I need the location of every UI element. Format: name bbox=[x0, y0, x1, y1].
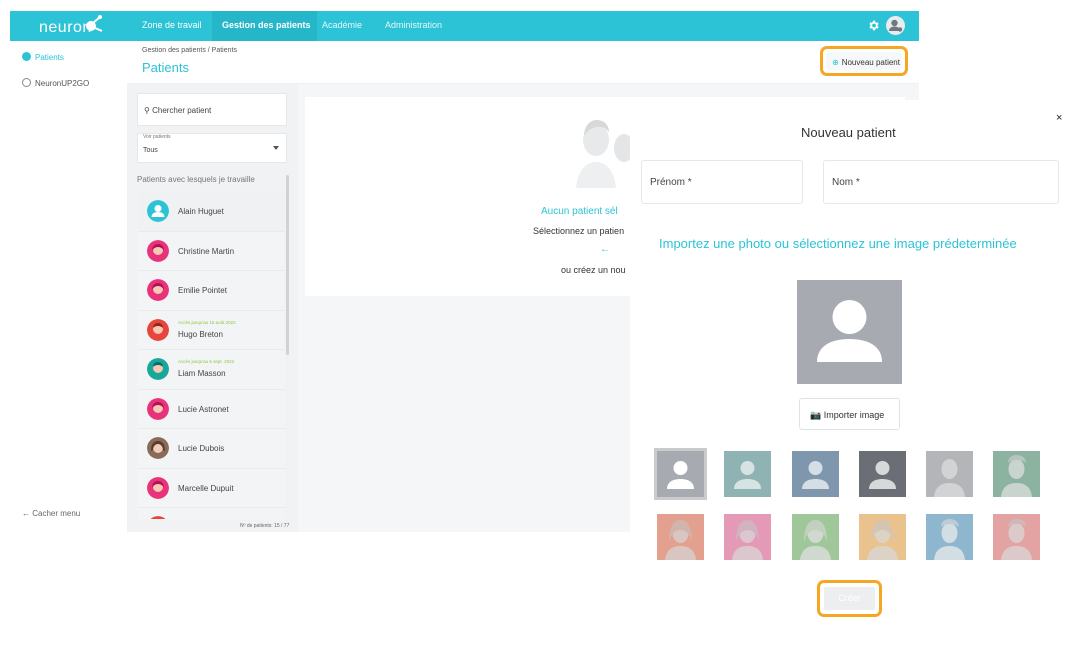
breadcrumb[interactable]: Gestion des patients / Patients bbox=[142, 47, 237, 54]
logo-text: neuron bbox=[39, 19, 92, 36]
user-avatar-icon[interactable] bbox=[886, 16, 905, 35]
patient-name: Liam Masson bbox=[178, 369, 226, 378]
avatar-option[interactable] bbox=[993, 451, 1040, 497]
avatar-option[interactable] bbox=[859, 451, 906, 497]
avatar bbox=[147, 437, 169, 459]
search-patient-input[interactable]: ⚲ Chercher patient bbox=[137, 93, 287, 126]
avatar-option[interactable] bbox=[926, 514, 973, 560]
avatar-option[interactable] bbox=[792, 451, 839, 497]
avatar-option[interactable] bbox=[657, 514, 704, 560]
sidebar-item-neuronup2go[interactable]: NeuronUP2GO bbox=[22, 78, 89, 88]
new-patient-button-highlight: ⊕ Nouveau patient bbox=[820, 46, 908, 76]
patient-name: Alain Huguet bbox=[178, 207, 224, 216]
patients-list[interactable]: Alain Huguet Christine Martin Emilie Poi… bbox=[138, 192, 285, 519]
empty-state-create-hint: ou créez un nou bbox=[561, 265, 626, 275]
add-circle-icon: ⊕ bbox=[832, 58, 839, 67]
page-title: Patients bbox=[142, 60, 189, 75]
filter-value: Tous bbox=[143, 147, 158, 154]
list-item[interactable]: Accès jusqu'au 6 sept. 2022 Liam Masson bbox=[138, 350, 285, 390]
list-item[interactable]: Marcelle Dupuit bbox=[138, 468, 285, 508]
nav-academie[interactable]: Académie bbox=[322, 20, 362, 30]
avatar bbox=[147, 476, 169, 499]
create-button-highlight: Créer bbox=[817, 580, 882, 617]
search-placeholder: Chercher patient bbox=[152, 106, 212, 115]
avatar bbox=[147, 239, 169, 262]
sidebar-item-label: Patients bbox=[35, 53, 64, 62]
filter-label: Voir patients bbox=[143, 134, 171, 140]
patients-list-title: Patients avec lesquels je travaille bbox=[137, 175, 255, 184]
list-item[interactable] bbox=[138, 508, 285, 519]
list-item[interactable]: Christine Martin bbox=[138, 231, 285, 271]
avatar-option[interactable] bbox=[724, 451, 771, 497]
user-silhouette-icon bbox=[817, 300, 882, 362]
screen: neuron Zone de travail Gestion des patie… bbox=[0, 0, 1088, 646]
search-icon: ⚲ bbox=[144, 106, 150, 115]
top-nav-bar: neuron Zone de travail Gestion des patie… bbox=[10, 11, 919, 41]
patients-list-scrollbar[interactable] bbox=[286, 175, 289, 355]
avatar-option[interactable] bbox=[654, 448, 707, 500]
patient-name: Lucie Astronet bbox=[178, 404, 229, 414]
avatar bbox=[147, 358, 169, 380]
last-name-field[interactable]: Nom * bbox=[823, 160, 1059, 204]
settings-gear-icon[interactable] bbox=[867, 19, 880, 32]
last-name-label: Nom * bbox=[832, 177, 860, 188]
camera-icon: 📷 bbox=[810, 410, 822, 420]
avatar-option[interactable] bbox=[724, 514, 771, 560]
list-item[interactable]: Accès jusqu'au 16 août 2022 Hugo Breton bbox=[138, 310, 285, 350]
avatar-option[interactable] bbox=[993, 514, 1040, 560]
nav-gestion-des-patients[interactable]: Gestion des patients bbox=[222, 20, 311, 30]
access-note: Accès jusqu'au 6 sept. 2022 bbox=[178, 359, 235, 364]
empty-state-subtitle: Sélectionnez un patien bbox=[533, 226, 625, 236]
import-photo-title: Importez une photo ou sélectionnez une i… bbox=[659, 236, 1017, 251]
avatar bbox=[147, 318, 169, 341]
modal-title: Nouveau patient bbox=[801, 125, 896, 140]
create-button[interactable]: Créer bbox=[824, 587, 875, 610]
patients-icon bbox=[22, 52, 31, 61]
access-note: Accès jusqu'au 16 août 2022 bbox=[178, 319, 236, 325]
patients-filter-select[interactable]: Voir patients Tous bbox=[137, 133, 287, 163]
new-patient-button[interactable]: ⊕ Nouveau patient bbox=[826, 52, 902, 70]
patient-name: Emilie Pointet bbox=[178, 286, 227, 295]
avatar-option[interactable] bbox=[859, 514, 906, 560]
nav-zone-de-travail[interactable]: Zone de travail bbox=[142, 20, 202, 30]
patient-name: Christine Martin bbox=[178, 246, 235, 256]
sidebar-item-label: NeuronUP2GO bbox=[35, 79, 90, 88]
first-name-field[interactable]: Prénom * bbox=[641, 160, 803, 204]
empty-state-title: Aucun patient sél bbox=[541, 206, 618, 217]
new-patient-label: Nouveau patient bbox=[841, 58, 900, 67]
avatar bbox=[147, 279, 169, 301]
neuronup2go-icon bbox=[22, 78, 31, 87]
list-item[interactable]: Emilie Pointet bbox=[138, 271, 285, 311]
patient-name: Hugo Breton bbox=[178, 329, 223, 339]
avatar-option[interactable] bbox=[926, 451, 973, 497]
selected-avatar-preview bbox=[797, 280, 902, 384]
app-logo[interactable]: neuron bbox=[39, 15, 109, 37]
avatar bbox=[147, 516, 169, 519]
patients-count: Nº de patients: 15 / 77 bbox=[240, 523, 290, 529]
close-icon[interactable]: × bbox=[1056, 112, 1062, 124]
nav-administration[interactable]: Administration bbox=[385, 20, 442, 30]
list-item[interactable]: Lucie Astronet bbox=[138, 389, 285, 429]
first-name-label: Prénom * bbox=[650, 177, 692, 188]
list-item[interactable]: Lucie Dubois bbox=[138, 429, 285, 469]
sidebar-item-patients[interactable]: Patients bbox=[22, 52, 64, 62]
logo-mark-icon bbox=[86, 15, 103, 32]
avatar-option[interactable] bbox=[792, 514, 839, 560]
import-image-label: Importer image bbox=[823, 410, 885, 420]
hide-menu-link[interactable]: ← Cacher menu bbox=[22, 509, 80, 518]
patient-name: Lucie Dubois bbox=[178, 444, 225, 453]
patient-placeholder-icon bbox=[576, 120, 634, 188]
import-image-button[interactable]: 📷 Importer image bbox=[799, 398, 900, 430]
chevron-down-icon bbox=[273, 146, 279, 150]
patient-name: Marcelle Dupuit bbox=[178, 483, 234, 493]
avatar bbox=[147, 397, 169, 420]
arrow-left-icon: ← bbox=[600, 244, 610, 255]
list-item[interactable]: Alain Huguet bbox=[138, 192, 285, 232]
avatar bbox=[147, 200, 169, 222]
page-header: Gestion des patients / Patients Patients bbox=[127, 41, 919, 84]
